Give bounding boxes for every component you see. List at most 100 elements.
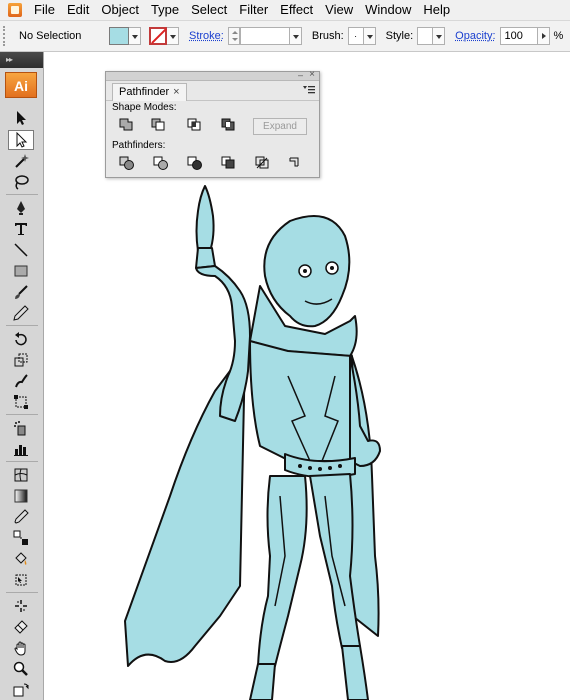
zoom-tool[interactable] <box>8 659 34 679</box>
magic-wand-tool[interactable] <box>8 151 34 171</box>
type-tool[interactable] <box>8 219 34 239</box>
rotate-icon <box>15 332 27 346</box>
illustrator-logo: Ai <box>5 72 37 98</box>
lasso-tool[interactable] <box>8 172 34 192</box>
rotate-tool[interactable] <box>8 329 34 349</box>
intersect-icon <box>187 118 201 131</box>
fill-swatch[interactable] <box>109 27 129 45</box>
menu-file[interactable]: File <box>28 0 61 20</box>
pathfinder-panel: ‒ × Pathfinder × Shape Modes: Expand Path… <box>105 69 320 178</box>
selection-arrow-icon <box>17 111 26 125</box>
scale-icon <box>14 353 28 367</box>
menu-help[interactable]: Help <box>417 0 456 20</box>
fill-dropdown-arrow[interactable] <box>129 27 141 45</box>
panel-close-button[interactable]: × <box>309 69 315 80</box>
style-label: Style: <box>385 30 414 42</box>
menu-view[interactable]: View <box>319 0 359 20</box>
tab-close-icon[interactable]: × <box>173 86 179 98</box>
outline-icon <box>255 156 269 169</box>
exclude-button[interactable] <box>220 117 238 133</box>
blend-tool[interactable] <box>8 528 34 548</box>
eyedropper-tool[interactable] <box>8 507 34 527</box>
opacity-field[interactable]: 100 <box>499 27 538 45</box>
character-illustration[interactable] <box>110 176 400 700</box>
pencil-tool[interactable] <box>8 303 34 323</box>
crop-button[interactable] <box>220 155 238 171</box>
control-bar-grip[interactable] <box>3 26 9 46</box>
free-transform-tool[interactable] <box>8 392 34 412</box>
menu-effect[interactable]: Effect <box>274 0 319 20</box>
brush-dropdown-arrow[interactable] <box>363 27 376 45</box>
hand-tool[interactable] <box>8 638 34 658</box>
stroke-dropdown-arrow[interactable] <box>167 27 179 45</box>
lasso-icon <box>15 175 29 190</box>
toolbox-divider <box>6 592 38 593</box>
opacity-percent-sign: % <box>553 30 564 42</box>
magic-wand-icon <box>15 154 29 168</box>
ray-gun-spike <box>195 185 215 252</box>
mesh-icon <box>14 468 28 482</box>
warp-tool[interactable] <box>8 371 34 391</box>
menu-select[interactable]: Select <box>185 0 233 20</box>
minus-front-icon <box>151 118 165 131</box>
direct-selection-tool[interactable] <box>8 130 34 150</box>
toolbox-divider <box>6 325 38 326</box>
menu-object[interactable]: Object <box>95 0 145 20</box>
pen-tool[interactable] <box>8 198 34 218</box>
panel-minimize-button[interactable]: ‒ <box>298 70 303 80</box>
mesh-tool[interactable] <box>8 465 34 485</box>
stroke-swatch[interactable] <box>149 27 167 45</box>
selection-tool[interactable] <box>8 108 34 128</box>
menu-edit[interactable]: Edit <box>61 0 95 20</box>
toolbox-divider <box>6 461 38 462</box>
eraser-tool[interactable] <box>8 617 34 637</box>
outline-button[interactable] <box>254 155 272 171</box>
trim-button[interactable] <box>152 155 170 171</box>
stroke-weight-dropdown-arrow[interactable] <box>289 27 302 45</box>
column-graph-icon <box>14 445 28 456</box>
slice-tool[interactable] <box>8 596 34 616</box>
live-paint-bucket-tool[interactable] <box>8 549 34 569</box>
merge-button[interactable] <box>186 155 204 171</box>
opacity-slider-arrow[interactable] <box>537 27 550 45</box>
symbol-sprayer-icon <box>14 421 26 436</box>
gradient-tool[interactable] <box>8 486 34 506</box>
column-graph-tool[interactable] <box>8 439 34 459</box>
shape-modes-label: Shape Modes: <box>112 102 177 113</box>
brush-definition[interactable]: · <box>347 27 364 45</box>
tab-pathfinder-label: Pathfinder <box>119 86 170 98</box>
fill-stroke-swap[interactable] <box>8 680 34 700</box>
menu-window[interactable]: Window <box>359 0 417 20</box>
tools-panel: ▸▸ Ai <box>0 52 44 700</box>
minus-back-button[interactable] <box>286 155 304 171</box>
panel-menu-icon[interactable] <box>303 85 315 95</box>
symbol-sprayer-tool[interactable] <box>8 418 34 438</box>
expand-button[interactable]: Expand <box>253 118 307 135</box>
minus-front-button[interactable] <box>150 117 168 133</box>
illustrator-app-icon[interactable] <box>8 3 22 17</box>
paintbrush-tool[interactable] <box>8 282 34 302</box>
tab-pathfinder[interactable]: Pathfinder × <box>112 83 187 101</box>
menu-filter[interactable]: Filter <box>233 0 274 20</box>
direct-selection-arrow-icon <box>16 132 28 148</box>
unite-button[interactable] <box>118 117 136 133</box>
crop-area-tool[interactable] <box>8 570 34 590</box>
line-segment-icon <box>14 243 28 257</box>
pathfinders-label: Pathfinders: <box>112 140 166 151</box>
stroke-weight-field[interactable] <box>239 27 290 45</box>
scale-tool[interactable] <box>8 350 34 370</box>
menu-type[interactable]: Type <box>145 0 185 20</box>
intersect-button[interactable] <box>186 117 204 133</box>
right-boot <box>341 645 369 700</box>
divide-button[interactable] <box>118 155 136 171</box>
line-segment-tool[interactable] <box>8 240 34 260</box>
tools-panel-header[interactable]: ▸▸ <box>0 52 43 68</box>
stroke-weight-stepper[interactable] <box>227 27 240 45</box>
control-bar: No Selection Stroke: Brush: · Style: Opa… <box>0 21 570 52</box>
stroke-label-link[interactable]: Stroke: <box>189 30 224 42</box>
opacity-label-link[interactable]: Opacity: <box>455 30 495 42</box>
graphic-style-swatch[interactable] <box>417 27 434 45</box>
style-dropdown-arrow[interactable] <box>433 27 446 45</box>
rectangle-tool[interactable] <box>8 261 34 281</box>
pathfinder-panel-titlebar[interactable]: ‒ × <box>106 69 319 81</box>
